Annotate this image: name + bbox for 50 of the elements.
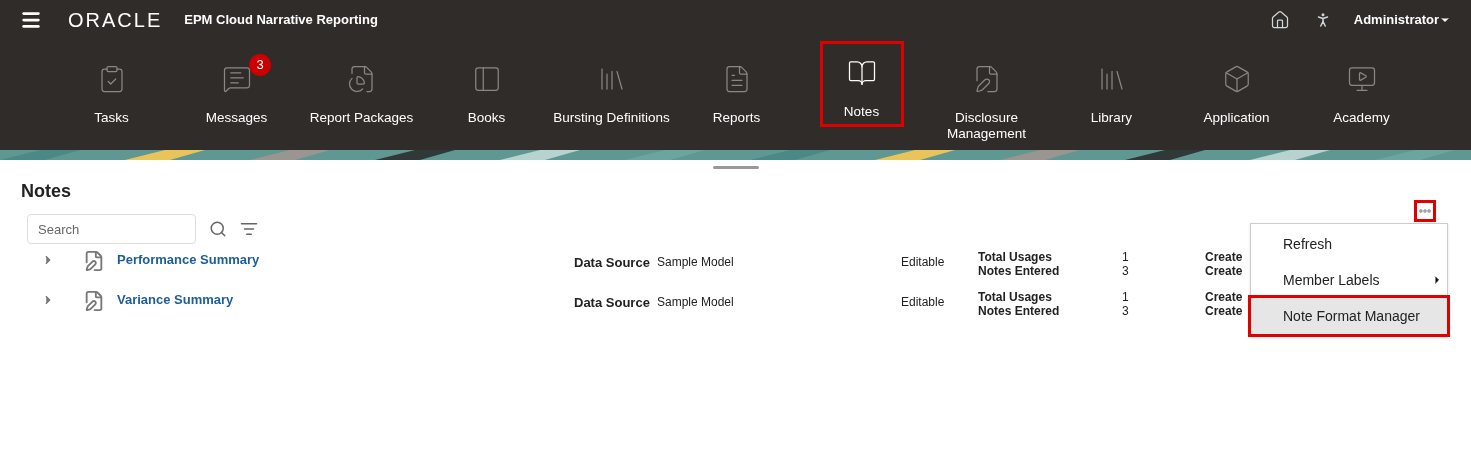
nav-tab[interactable]: Books <box>424 54 549 130</box>
nav-tab[interactable]: Application <box>1174 54 1299 130</box>
nav-icon <box>846 58 877 88</box>
nav-tab[interactable]: Reports <box>674 54 799 130</box>
note-icon <box>83 250 105 272</box>
field-label: Create <box>1205 250 1243 264</box>
actions-button[interactable] <box>1414 200 1436 222</box>
nav-tab[interactable]: Report Packages <box>299 54 424 130</box>
status-text: Editable <box>901 254 946 271</box>
field-value: Sample Model <box>657 294 735 311</box>
field-label: Data Source <box>574 294 651 312</box>
nav-tab[interactable]: 3 Messages <box>174 54 299 130</box>
notification-badge: 3 <box>249 54 271 76</box>
note-icon <box>83 290 105 312</box>
menu-item[interactable]: Member Labels <box>1251 262 1447 298</box>
field-value: 3 <box>1122 264 1130 278</box>
nav-tab[interactable]: Notes <box>822 44 901 124</box>
nav-tab[interactable]: Tasks <box>49 54 174 130</box>
search-field[interactable]: Search <box>27 214 196 244</box>
field-label: Total Usages <box>978 250 1053 264</box>
field-label: Notes Entered <box>978 264 1061 278</box>
user-menu[interactable]: Administrator <box>1353 10 1451 30</box>
app-title: EPM Cloud Narrative Reporting <box>184 11 378 30</box>
field-label: Create <box>1205 290 1243 304</box>
nav-icon <box>221 64 252 94</box>
home-icon[interactable] <box>1269 10 1290 30</box>
note-link[interactable]: Variance Summary <box>117 290 574 310</box>
nav-tab[interactable]: Bursting Definitions <box>549 54 674 130</box>
field-value: 3 <box>1122 304 1130 318</box>
nav-tab[interactable]: Academy <box>1299 54 1424 130</box>
nav-tab[interactable]: Disclosure Management <box>924 54 1049 146</box>
field-value: Sample Model <box>657 254 735 271</box>
filter-icon[interactable] <box>240 220 258 238</box>
menu-icon[interactable] <box>20 9 42 31</box>
brand-logo: ORACLE <box>68 8 163 33</box>
note-link[interactable]: Performance Summary <box>117 250 574 270</box>
menu-item[interactable]: Refresh <box>1251 226 1447 262</box>
page-title: Notes <box>21 180 71 203</box>
field-label: Total Usages <box>978 290 1053 304</box>
nav-icon <box>1346 64 1377 94</box>
menu-item[interactable]: Note Format Manager <box>1251 298 1447 334</box>
status-text: Editable <box>901 294 946 311</box>
nav-tab[interactable]: Library <box>1049 54 1174 130</box>
field-value: 1 <box>1122 290 1130 304</box>
field-label: Create <box>1205 264 1243 278</box>
field-label: Data Source <box>574 254 651 272</box>
field-label: Notes Entered <box>978 304 1061 318</box>
field-label: Create <box>1205 304 1243 318</box>
field-value: 1 <box>1122 250 1130 264</box>
search-icon[interactable] <box>209 220 227 238</box>
